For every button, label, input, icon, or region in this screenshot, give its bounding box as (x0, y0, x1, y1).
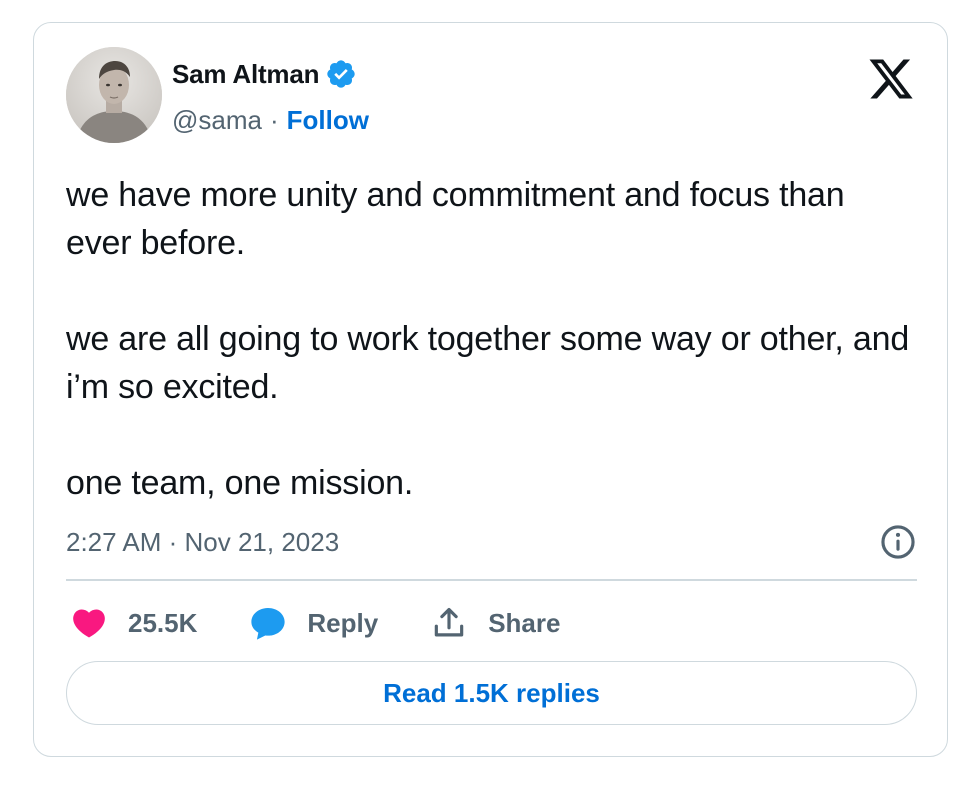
author-name-row: Sam Altman (172, 57, 357, 91)
tweet-text: we have more unity and commitment and fo… (66, 171, 916, 507)
follow-button[interactable]: Follow (287, 105, 369, 136)
avatar[interactable] (66, 47, 162, 143)
author-handle[interactable]: @sama (172, 105, 262, 136)
verified-badge-icon[interactable] (325, 58, 357, 90)
tweet-meta-row: 2:27 AM · Nov 21, 2023 (66, 523, 917, 561)
like-button[interactable]: 25.5K (70, 604, 197, 642)
author-name[interactable]: Sam Altman (172, 59, 320, 90)
tweet-paragraph: we have more unity and commitment and fo… (66, 176, 845, 262)
divider (66, 579, 917, 581)
tweet-card: Sam Altman @sama · Follow we have more u… (33, 22, 948, 757)
avatar-image (66, 47, 162, 143)
reply-button[interactable]: Reply (249, 604, 378, 642)
separator-dot: · (269, 104, 279, 135)
x-logo-icon[interactable] (867, 55, 915, 103)
reply-label: Reply (307, 607, 379, 638)
reply-bubble-icon (251, 607, 286, 640)
author-handle-row: @sama · Follow (172, 103, 369, 137)
timestamp[interactable]: 2:27 AM · Nov 21, 2023 (66, 527, 339, 558)
action-bar: 25.5K Reply Share (70, 601, 612, 645)
heart-icon (73, 609, 105, 638)
read-replies-button[interactable]: Read 1.5K replies (66, 661, 917, 725)
tweet-paragraph: one team, one mission. (66, 464, 414, 502)
share-button[interactable]: Share (430, 604, 560, 642)
info-icon[interactable] (879, 523, 917, 561)
share-label: Share (488, 607, 561, 638)
tweet-paragraph: we are all going to work together some w… (66, 320, 910, 406)
share-icon (434, 607, 464, 637)
like-count: 25.5K (128, 607, 198, 638)
